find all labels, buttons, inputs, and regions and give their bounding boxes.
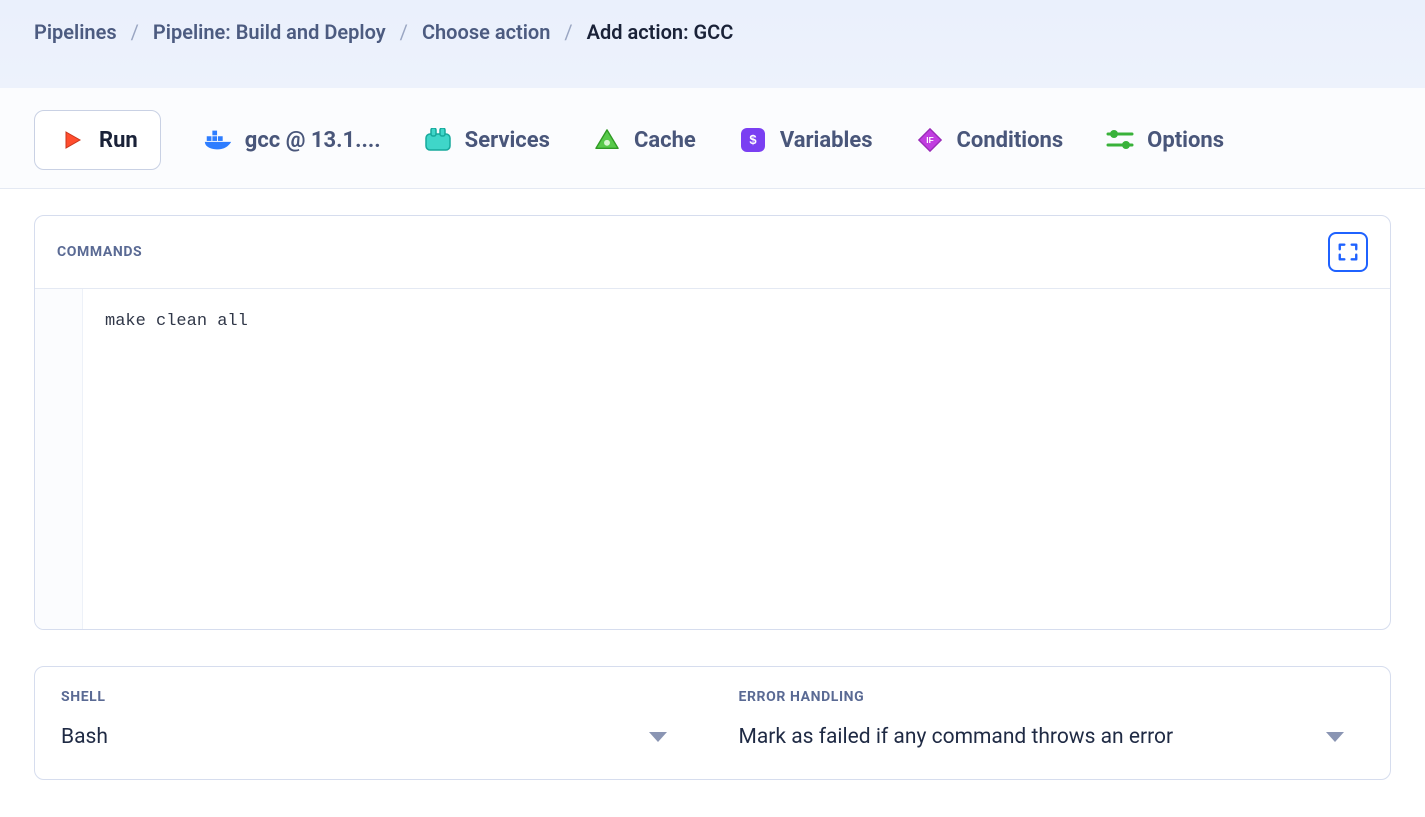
shell-value: Bash (61, 725, 108, 749)
tab-run-label: Run (99, 128, 138, 153)
tab-options-label: Options (1147, 128, 1224, 153)
play-icon (57, 125, 87, 155)
breadcrumb-choose-action[interactable]: Choose action (422, 20, 550, 44)
svg-text:IF: IF (926, 135, 933, 145)
cache-icon (592, 125, 622, 155)
breadcrumb-current: Add action: GCC (587, 20, 734, 44)
commands-card: COMMANDS make clean all (34, 215, 1391, 630)
tab-conditions[interactable]: IF Conditions (915, 125, 1064, 155)
variables-icon: $ (738, 125, 768, 155)
shell-label: SHELL (61, 689, 687, 705)
code-editor[interactable]: make clean all (35, 289, 1390, 629)
content-area: COMMANDS make clean all SHELL Bash ERROR… (0, 189, 1425, 794)
breadcrumb-separator: / (400, 20, 408, 44)
breadcrumb-pipeline[interactable]: Pipeline: Build and Deploy (153, 20, 386, 44)
tab-cache-label: Cache (634, 128, 696, 153)
conditions-icon: IF (915, 125, 945, 155)
breadcrumb: Pipelines / Pipeline: Build and Deploy /… (34, 20, 1391, 44)
tab-variables[interactable]: $ Variables (738, 125, 873, 155)
editor-gutter (35, 289, 83, 629)
tab-services-label: Services (465, 128, 550, 153)
tab-environment[interactable]: gcc @ 13.1.... (203, 125, 381, 155)
breadcrumb-separator: / (564, 20, 572, 44)
tab-options[interactable]: Options (1105, 125, 1224, 155)
expand-button[interactable] (1328, 232, 1368, 272)
error-handling-label: ERROR HANDLING (739, 689, 1365, 705)
services-icon (423, 125, 453, 155)
breadcrumb-pipelines[interactable]: Pipelines (34, 20, 117, 44)
commands-label: COMMANDS (57, 244, 142, 260)
error-handling-column: ERROR HANDLING Mark as failed if any com… (713, 667, 1391, 779)
shell-column: SHELL Bash (35, 667, 713, 779)
tabs-bar: Run gcc @ 13.1.... (0, 88, 1425, 189)
options-icon (1105, 125, 1135, 155)
settings-card: SHELL Bash ERROR HANDLING Mark as failed… (34, 666, 1391, 780)
tab-services[interactable]: Services (423, 125, 550, 155)
tab-cache[interactable]: Cache (592, 125, 696, 155)
error-handling-select[interactable]: Mark as failed if any command throws an … (739, 725, 1365, 749)
chevron-down-icon (649, 732, 667, 742)
tab-environment-label: gcc @ 13.1.... (245, 128, 381, 153)
error-handling-value: Mark as failed if any command throws an … (739, 725, 1174, 749)
docker-icon (203, 125, 233, 155)
shell-select[interactable]: Bash (61, 725, 687, 749)
tab-variables-label: Variables (780, 128, 873, 153)
tab-conditions-label: Conditions (957, 128, 1064, 153)
tab-run[interactable]: Run (34, 110, 161, 170)
chevron-down-icon (1326, 732, 1344, 742)
svg-text:$: $ (749, 132, 757, 147)
breadcrumb-header: Pipelines / Pipeline: Build and Deploy /… (0, 0, 1425, 88)
expand-icon (1337, 241, 1359, 263)
breadcrumb-separator: / (131, 20, 139, 44)
editor-content[interactable]: make clean all (83, 289, 1390, 629)
